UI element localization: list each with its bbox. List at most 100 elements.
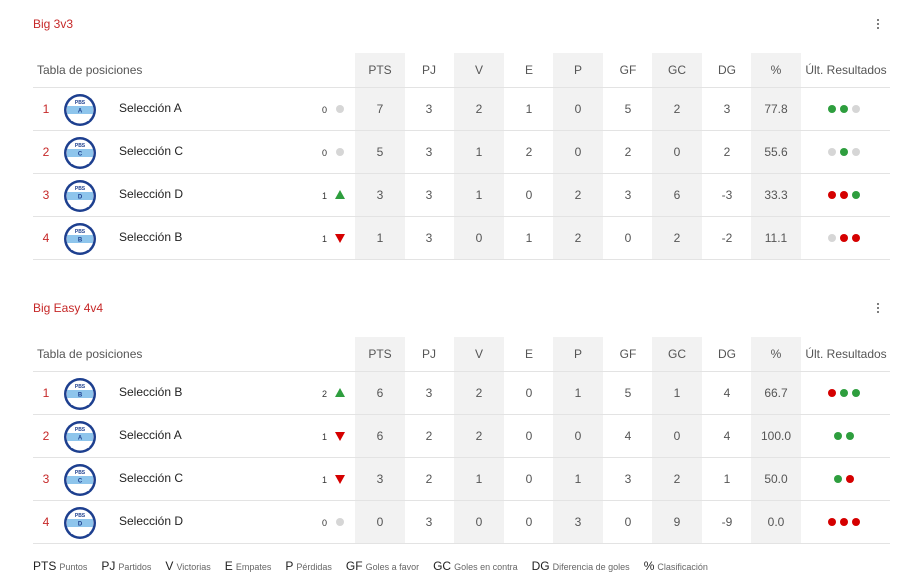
cell-p: 3 [574, 515, 582, 529]
cell-pct: 77.8 [764, 102, 788, 116]
cell-gc: 1 [673, 386, 681, 400]
result-dot-win [852, 389, 860, 397]
result-dot-win [852, 191, 860, 199]
cell-gc: 0 [673, 429, 681, 443]
legend-abbr: P [285, 559, 294, 573]
team-name[interactable]: Selección C [119, 144, 183, 158]
rank: 4 [42, 515, 50, 529]
cell-pts: 0 [376, 515, 384, 529]
legend-abbr: PTS [33, 559, 57, 573]
cell-pts: 5 [376, 145, 384, 159]
table-row[interactable]: 3 PBS C SELECCIÓN Selección C 1 3 2 1 0 1 3 2 1 50.0 [33, 458, 890, 501]
cell-e: 1 [525, 231, 533, 245]
team-logo: PBS D SELECCIÓN [64, 180, 96, 212]
cell-v: 1 [475, 472, 483, 486]
svg-text:PBS: PBS [75, 229, 86, 235]
cell-dg: -9 [721, 515, 733, 529]
cell-gc: 2 [673, 472, 681, 486]
cell-pct: 0.0 [767, 515, 785, 529]
cell-e: 2 [525, 145, 533, 159]
team-logo: PBS B SELECCIÓN [64, 378, 96, 410]
cell-pj: 2 [425, 472, 433, 486]
svg-text:SELECCIÓN: SELECCIÓN [71, 160, 90, 165]
team-name[interactable]: Selección C [119, 471, 183, 485]
position-change: 1 [321, 234, 327, 244]
column-header-v: V [474, 63, 483, 77]
column-header-ult: Últ. Resultados [805, 347, 887, 361]
result-dot-loss [852, 518, 860, 526]
table-row[interactable]: 3 PBS D SELECCIÓN Selección D 1 3 3 1 0 2 3 6 -3 33.3 [33, 174, 890, 217]
legend-abbr: % [643, 559, 655, 573]
legend: PTS Puntos PJ Partidos V Victorias E Empates P Pé… [33, 559, 722, 575]
svg-text:SELECCIÓN: SELECCIÓN [71, 401, 90, 406]
more-options-icon[interactable] [876, 19, 880, 31]
rank: 2 [42, 145, 50, 159]
table-row[interactable]: 2 PBS C SELECCIÓN Selección C 0 5 3 1 2 0 2 0 2 55.6 [33, 131, 890, 174]
result-dot-loss [840, 234, 848, 242]
team-logo: PBS B SELECCIÓN [64, 223, 96, 255]
rank: 4 [42, 231, 50, 245]
rank: 3 [42, 188, 50, 202]
table-row[interactable]: 1 PBS B SELECCIÓN Selección B 2 6 3 2 0 1 5 1 4 66.7 [33, 372, 890, 415]
svg-text:SELECCIÓN: SELECCIÓN [71, 203, 90, 208]
legend-item: GC Goles en contra [433, 559, 518, 573]
cell-gc: 2 [673, 231, 681, 245]
column-header-pts: PTS [368, 63, 392, 77]
legend-abbr: DG [531, 559, 550, 573]
column-header-pct: % [770, 347, 782, 361]
position-change: 0 [321, 148, 327, 158]
section-title: Big 3v3 [33, 17, 74, 31]
legend-desc: Victorias [176, 562, 211, 572]
team-name[interactable]: Selección B [119, 385, 182, 399]
cell-gc: 9 [673, 515, 681, 529]
column-header-gf: GF [619, 63, 637, 77]
team-logo: PBS D SELECCIÓN [64, 507, 96, 539]
cell-pct: 33.3 [764, 188, 788, 202]
team-name[interactable]: Selección A [119, 428, 182, 442]
table-row[interactable]: 4 PBS B SELECCIÓN Selección B 1 1 3 0 1 2 0 2 -2 11.1 [33, 217, 890, 260]
column-header-p: P [573, 347, 582, 361]
rank: 3 [42, 472, 50, 486]
team-name[interactable]: Selección D [119, 514, 183, 528]
legend-abbr: E [224, 559, 233, 573]
rank: 2 [42, 429, 50, 443]
table-header: Tabla de posiciones PTS PJ V E P GF GC DG% Últ. R… [33, 337, 890, 372]
svg-text:A: A [78, 109, 83, 115]
cell-pj: 2 [425, 429, 433, 443]
cell-p: 0 [574, 102, 582, 116]
recent-results [828, 105, 860, 113]
table-row[interactable]: 4 PBS D SELECCIÓN Selección D 0 0 3 0 0 3 0 9 -9 0.0 [33, 501, 890, 544]
cell-p: 2 [574, 188, 582, 202]
table-row[interactable]: 2 PBS A SELECCIÓN Selección A 1 6 2 2 0 0 4 0 4 100.0 [33, 415, 890, 458]
trend-down-icon [335, 431, 345, 441]
svg-text:PBS: PBS [75, 143, 86, 149]
legend-item: PTS Puntos [33, 559, 87, 573]
svg-text:A: A [78, 436, 83, 442]
cell-gc: 2 [673, 102, 681, 116]
legend-abbr: GC [433, 559, 452, 573]
team-name[interactable]: Selección D [119, 187, 183, 201]
column-header-pct: % [770, 63, 782, 77]
cell-gf: 0 [624, 231, 632, 245]
legend-desc: Goles en contra [454, 562, 518, 572]
position-change: 1 [321, 475, 327, 485]
cell-v: 0 [475, 231, 483, 245]
cell-gf: 3 [624, 472, 632, 486]
cell-gf: 5 [624, 102, 632, 116]
svg-text:PBS: PBS [75, 186, 86, 192]
team-name[interactable]: Selección B [119, 230, 182, 244]
table-row[interactable]: 1 PBS A SELECCIÓN Selección A 0 7 3 2 1 0 5 2 3 77.8 [33, 88, 890, 131]
result-dot-draw [828, 148, 836, 156]
legend-desc: Partidos [118, 562, 152, 572]
trend-neutral-icon [335, 104, 345, 114]
cell-pj: 3 [425, 188, 433, 202]
column-header-e: E [524, 347, 533, 361]
svg-text:D: D [78, 195, 83, 201]
cell-v: 0 [475, 515, 483, 529]
more-options-icon[interactable] [876, 303, 880, 315]
cell-pts: 7 [376, 102, 384, 116]
team-logo: PBS A SELECCIÓN [64, 94, 96, 126]
svg-text:SELECCIÓN: SELECCIÓN [71, 246, 90, 251]
column-header-gf: GF [619, 347, 637, 361]
team-name[interactable]: Selección A [119, 101, 182, 115]
